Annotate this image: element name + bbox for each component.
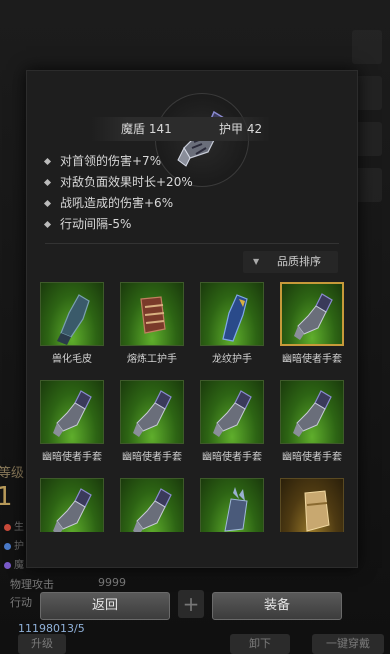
- shadow-gauntlet-icon: [53, 488, 92, 532]
- unequip-button[interactable]: 卸下: [230, 634, 290, 654]
- inventory-slot[interactable]: [200, 478, 264, 532]
- item-name: 幽暗使者手套: [122, 452, 182, 463]
- upgrade-button[interactable]: 升级: [18, 634, 66, 654]
- armor-icon: [4, 542, 11, 550]
- bullet-icon: [43, 178, 52, 187]
- item-name: 幽暗使者手套: [202, 452, 262, 463]
- dropdown-arrow-icon: ▼: [253, 257, 260, 266]
- item-frame[interactable]: [200, 380, 264, 444]
- bullet-icon: [43, 220, 52, 229]
- item-frame[interactable]: [200, 282, 264, 346]
- effect-line: 对首领的伤害+7%: [43, 151, 193, 172]
- magic-shield-stat: 魔盾 141: [121, 122, 172, 136]
- quality-sort-button[interactable]: ▼ 品质排序: [243, 251, 338, 273]
- crystal-gauntlet-icon: [224, 487, 248, 532]
- bullet-icon: [43, 157, 52, 166]
- item-name: 龙纹护手: [212, 354, 252, 365]
- item-frame[interactable]: [280, 282, 344, 346]
- item-frame[interactable]: [40, 478, 104, 532]
- shadow-gauntlet-icon: [294, 293, 333, 340]
- item-frame[interactable]: [120, 282, 184, 346]
- equip-all-button[interactable]: 一键穿戴: [312, 634, 384, 654]
- inventory-slot[interactable]: 幽暗使者手套: [280, 380, 344, 463]
- inventory-slot[interactable]: 幽暗使者手套: [280, 282, 344, 365]
- menu-icon[interactable]: [352, 30, 382, 64]
- armor-stat: 护甲 42: [219, 122, 263, 136]
- item-frame[interactable]: [40, 282, 104, 346]
- shadow-gauntlet-icon: [293, 390, 332, 437]
- level-value: 1: [0, 482, 13, 512]
- inventory-slot[interactable]: 熔炼工护手: [120, 282, 184, 365]
- item-name: 熔炼工护手: [127, 354, 177, 365]
- inventory-slot[interactable]: 幽暗使者手套: [200, 380, 264, 463]
- health-icon: [4, 523, 11, 531]
- inventory-slot[interactable]: 龙纹护手: [200, 282, 264, 365]
- inventory-slot[interactable]: 幽暗使者手套: [40, 380, 104, 463]
- inventory-slot[interactable]: 兽化毛皮: [40, 282, 104, 365]
- item-name: 幽暗使者手套: [282, 354, 342, 365]
- divider: [45, 243, 339, 244]
- stat-row: 生: [4, 518, 24, 533]
- effect-line: 行动间隔-5%: [43, 214, 193, 235]
- dragon-gauntlet-icon: [222, 294, 248, 342]
- shadow-gauntlet-icon: [213, 390, 252, 437]
- item-name: 幽暗使者手套: [282, 452, 342, 463]
- item-frame[interactable]: [200, 478, 264, 532]
- item-stats-bar: 魔盾 141 护甲 42: [91, 117, 271, 141]
- golden-gauntlet-icon: [304, 490, 330, 532]
- forge-gauntlet-icon: [140, 296, 166, 334]
- fur-glove-icon: [57, 294, 90, 345]
- equip-button[interactable]: 装备: [212, 592, 342, 620]
- inventory-slot[interactable]: 幽暗使者手套: [120, 380, 184, 463]
- item-frame[interactable]: [280, 478, 344, 532]
- stat-row: 魔: [4, 556, 24, 571]
- item-frame[interactable]: [120, 478, 184, 532]
- back-button[interactable]: 返回: [40, 592, 170, 620]
- item-name: 幽暗使者手套: [42, 452, 102, 463]
- action-stat: 行动: [10, 596, 32, 609]
- shadow-gauntlet-icon: [133, 488, 172, 532]
- add-button[interactable]: +: [178, 590, 204, 618]
- bullet-icon: [43, 199, 52, 208]
- item-frame[interactable]: [40, 380, 104, 444]
- item-name: 兽化毛皮: [52, 354, 92, 365]
- inventory-slot[interactable]: [280, 478, 344, 532]
- attack-stat: 物理攻击 9999: [10, 576, 126, 591]
- effect-line: 对敌负面效果时长+20%: [43, 172, 193, 193]
- effect-line: 战吼造成的伤害+6%: [43, 193, 193, 214]
- inventory-grid: 兽化毛皮 熔炼工护手 龙纹护手 幽暗使者手套 幽暗使者手套 幽暗使者手套 幽暗使者手套 幽暗使…: [40, 282, 346, 532]
- magic-icon: [4, 561, 11, 569]
- item-effects-list: 对首领的伤害+7% 对敌负面效果时长+20% 战吼造成的伤害+6% 行动间隔-5…: [43, 151, 193, 235]
- inventory-slot[interactable]: [120, 478, 184, 532]
- item-frame[interactable]: [120, 380, 184, 444]
- level-label: 等级: [0, 466, 25, 481]
- shadow-gauntlet-icon: [133, 390, 172, 437]
- shadow-gauntlet-icon: [53, 390, 92, 437]
- stat-row: 护: [4, 537, 24, 552]
- inventory-slot[interactable]: [40, 478, 104, 532]
- item-frame[interactable]: [280, 380, 344, 444]
